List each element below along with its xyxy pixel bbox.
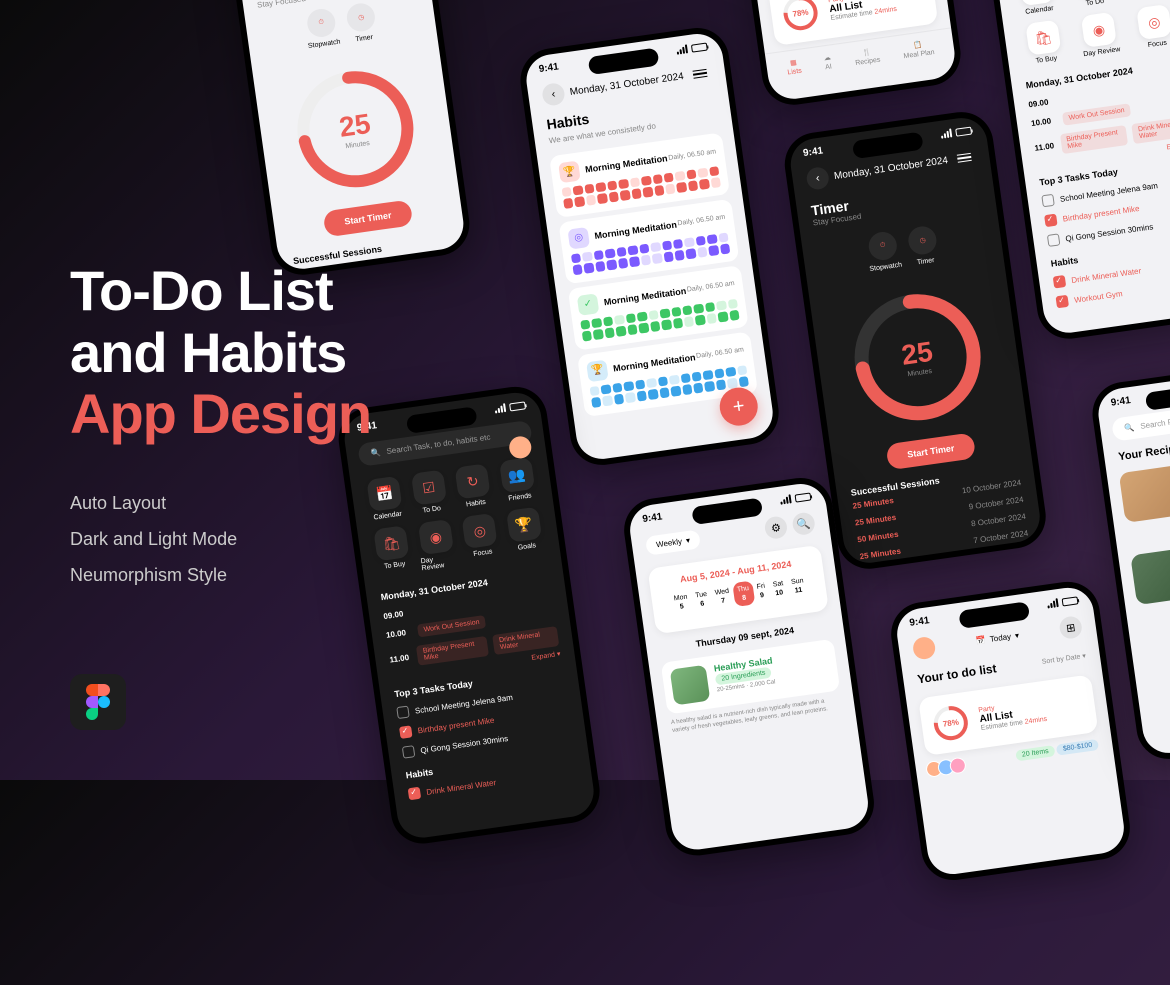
calendar-tile[interactable]: 📅Calendar — [1010, 0, 1063, 17]
weekday[interactable]: Thu8 — [732, 580, 755, 607]
nav-lists[interactable]: ▦Lists — [786, 58, 803, 77]
menu-button[interactable] — [688, 61, 713, 86]
menu-button[interactable] — [952, 145, 977, 170]
start-timer-button[interactable]: Start Timer — [886, 432, 976, 470]
stopwatch-tab[interactable]: ⏱Stopwatch — [303, 7, 341, 50]
avatar[interactable] — [912, 636, 937, 661]
timer-dial[interactable]: 25Minutes — [839, 278, 997, 436]
friends-tile[interactable]: 👥Friends — [497, 457, 539, 504]
recipe-image — [670, 665, 711, 706]
phone-habits: 9:41 ‹ Monday, 31 October 2024 Habits We… — [516, 24, 782, 469]
goals-tile[interactable]: 🏆Goals — [504, 506, 547, 560]
timer-icon: ◷ — [358, 13, 365, 22]
hero-text: To-Do List and Habits App Design Auto La… — [70, 260, 371, 593]
hero-title: To-Do List and Habits App Design — [70, 260, 371, 445]
timer-dial[interactable]: 25Minutes — [282, 56, 429, 203]
today-dropdown[interactable]: 📅 Today ▾ — [975, 630, 1019, 645]
focus-tile[interactable]: ◎Focus — [1128, 3, 1170, 51]
nav-mealplan[interactable]: 📋Meal Plan — [902, 39, 935, 60]
weekday[interactable]: Wed7 — [710, 583, 735, 610]
stopwatch-tab[interactable]: ⏱Stopwatch — [865, 230, 903, 273]
progress-ring: 78% — [779, 0, 822, 35]
review-tile[interactable]: ◉Day Review — [1073, 11, 1126, 59]
filter-button[interactable]: ⚙ — [764, 515, 789, 540]
todo-tile[interactable]: ☑To Do — [1066, 0, 1119, 9]
grid-button[interactable]: ⊞ — [1058, 615, 1083, 640]
todo-tile[interactable]: ☑To Do — [408, 469, 450, 516]
search-button[interactable]: 🔍 — [791, 511, 816, 536]
search-icon: 🔍 — [370, 448, 381, 458]
start-timer-button[interactable]: Start Timer — [323, 199, 413, 237]
phone-lists: Estimate time 20 Items $80-$100 78% Part… — [739, 0, 965, 109]
nav-ai[interactable]: ☁AI — [823, 53, 832, 71]
sort-dropdown[interactable]: Sort by Date ▾ — [1041, 652, 1086, 666]
weekday[interactable]: Mon5 — [669, 589, 694, 616]
timer-tab[interactable]: ◷Timer — [345, 2, 378, 45]
focus-tile[interactable]: ◎Focus — [459, 512, 502, 566]
nav-recipes[interactable]: 🍴Recipes — [853, 47, 880, 67]
timer-tab[interactable]: ◷Timer — [907, 225, 940, 268]
weekday[interactable]: Sun11 — [786, 573, 810, 600]
feature-list: Auto Layout Dark and Light Mode Neumorph… — [70, 485, 371, 593]
phone-dashboard-dark: 9:41 🔍Search Task, to do, habits etc 📅Ca… — [335, 383, 604, 848]
habits-tile[interactable]: ↻Habits — [1121, 0, 1170, 2]
recipe-thumb[interactable] — [1130, 546, 1170, 605]
date-header: Monday, 31 October 2024 — [569, 71, 684, 98]
back-button[interactable]: ‹ — [541, 82, 566, 107]
review-tile[interactable]: ◉Day Review — [415, 519, 458, 573]
phone-todo: 9:41 📅 Today ▾ ⊞ Your to do list Sort by… — [887, 578, 1134, 885]
stopwatch-icon: ⏱ — [318, 19, 325, 28]
tobuy-tile[interactable]: 🛍To Buy — [371, 525, 414, 579]
habits-tile[interactable]: ↻Habits — [452, 463, 494, 510]
tobuy-tile[interactable]: 🛍To Buy — [1017, 18, 1070, 66]
recipe-thumb[interactable] — [1119, 464, 1170, 523]
phone-timer-light: Timer Stay Focused ⏱Stopwatch ◷Timer 25M… — [228, 0, 473, 279]
weekly-dropdown[interactable]: Weekly▾ — [645, 529, 701, 555]
figma-icon — [70, 674, 126, 730]
back-button[interactable]: ‹ — [805, 166, 830, 191]
